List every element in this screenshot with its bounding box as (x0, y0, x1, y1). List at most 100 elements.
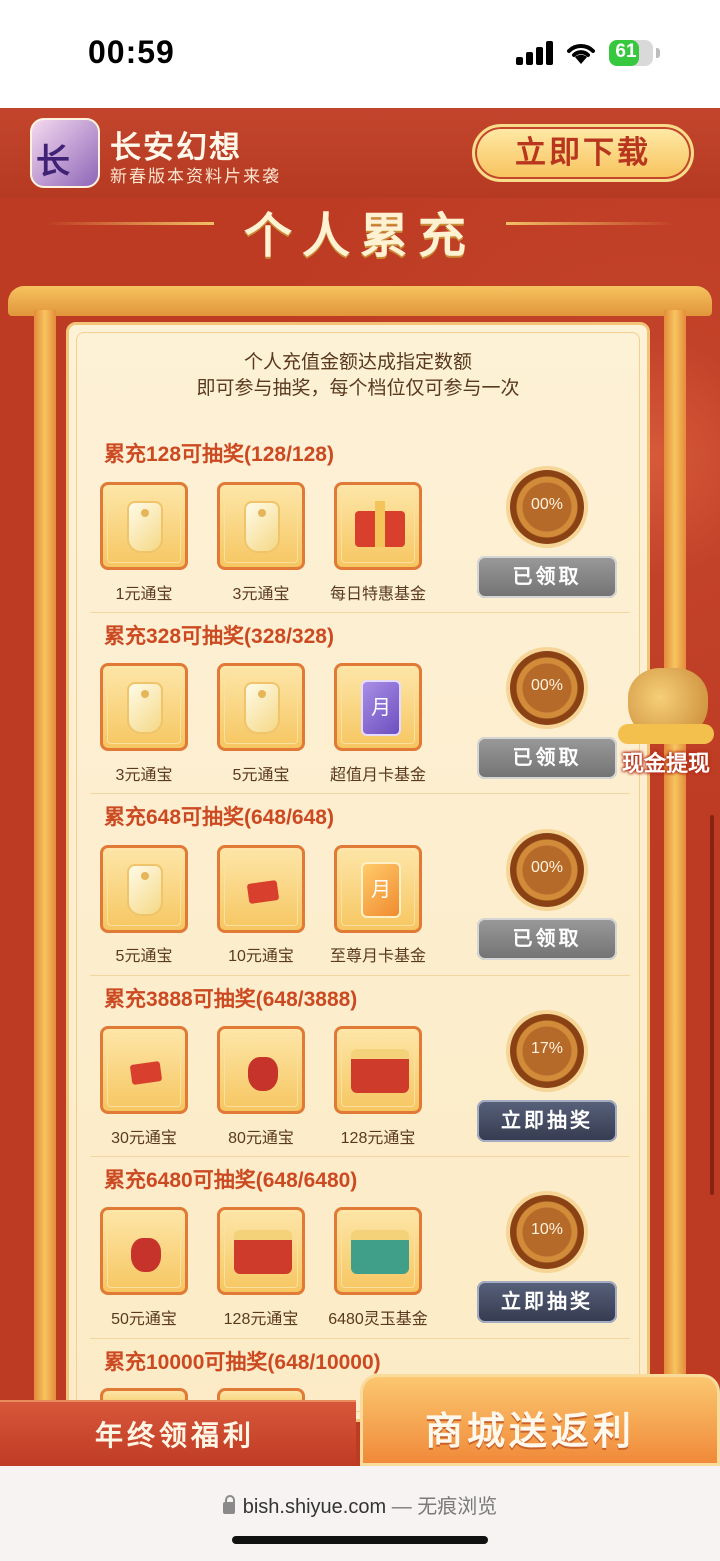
status-time: 00:59 (88, 34, 175, 70)
reward-item[interactable] (334, 1207, 422, 1295)
reward-label: 3元通宝 (232, 586, 290, 603)
tier-title: 累充328可抽奖(328/328) (104, 625, 334, 648)
reward-label: 30元通宝 (111, 1130, 177, 1147)
small-gift-icon (129, 1061, 163, 1085)
reward-label: 5元通宝 (232, 767, 290, 784)
intro-line-1: 个人充值金额达成指定数额 (243, 352, 472, 373)
battery-tip (656, 48, 660, 58)
reward-label: 1元通宝 (115, 586, 173, 603)
tab-mall-rebate-label: 商城送返利 (424, 1411, 635, 1453)
reward-item[interactable]: 月 (334, 663, 422, 751)
reward-label: 超值月卡基金 (329, 767, 426, 784)
wifi-icon (565, 38, 597, 66)
download-button[interactable]: 立即下载 (472, 124, 694, 182)
reward-item[interactable] (334, 482, 422, 570)
reward-label: 50元通宝 (111, 1311, 177, 1328)
coins-icon (618, 724, 714, 744)
reward-label: 每日特惠基金 (329, 586, 426, 603)
tier-divider (90, 612, 630, 613)
reward-label: 128元通宝 (223, 1311, 299, 1328)
token-icon (127, 682, 163, 734)
month-card-icon: 月 (361, 680, 401, 736)
reward-label: 10元通宝 (228, 948, 294, 965)
pouch-icon (248, 1057, 278, 1091)
tier-divider (90, 1156, 630, 1157)
tier-divider (90, 1338, 630, 1339)
tier-title: 累充128可抽奖(128/128) (104, 443, 334, 466)
address-display[interactable]: bish.shiyue.com — 无痕浏览 (0, 1490, 720, 1519)
progress-percent: 00% (530, 496, 564, 513)
treasure-chest-icon (234, 1230, 292, 1274)
reward-label: 3元通宝 (115, 767, 173, 784)
draw-button[interactable]: 立即抽奖 (477, 1281, 617, 1323)
right-pillar (664, 310, 686, 1410)
battery-level: 61 (615, 41, 637, 62)
reward-label: 128元通宝 (340, 1130, 416, 1147)
left-pillar (34, 310, 56, 1410)
url-text: bish.shiyue.com (242, 1496, 387, 1518)
tier-divider (90, 975, 630, 976)
section-title: 个人累充 (243, 208, 476, 264)
token-icon (244, 682, 280, 734)
reward-item[interactable] (100, 663, 188, 751)
reward-item[interactable] (217, 482, 305, 570)
reward-item[interactable] (334, 1026, 422, 1114)
signal-icon (516, 41, 554, 65)
tab-year-end-benefits-label: 年终领福利 (94, 1420, 255, 1451)
progress-ring: 00% (510, 651, 584, 725)
small-gift-icon (246, 880, 280, 904)
reward-label: 6480灵玉基金 (328, 1311, 428, 1328)
scroll-indicator[interactable] (710, 815, 714, 1195)
intro-text: 个人充值金额达成指定数额 即可参与抽奖，每个档位仅可参与一次 (66, 350, 650, 402)
reward-item[interactable] (217, 1207, 305, 1295)
month-card-icon: 月 (361, 862, 401, 918)
reward-item[interactable] (100, 1207, 188, 1295)
token-icon (127, 864, 163, 916)
cash-withdraw-label: 现金提现 (621, 751, 710, 776)
progress-ring: 00% (510, 470, 584, 544)
progress-percent: 10% (530, 1221, 564, 1238)
app-logo[interactable]: 长安 (30, 118, 100, 188)
reward-label: 80元通宝 (228, 1130, 294, 1147)
app-name: 长安幻想 (110, 130, 242, 165)
progress-ring: 10% (510, 1195, 584, 1269)
treasure-chest-icon (351, 1049, 409, 1093)
roof-eave (8, 286, 712, 316)
intro-line-2: 即可参与抽奖，每个档位仅可参与一次 (196, 378, 520, 399)
tier-title: 累充3888可抽奖(648/3888) (104, 988, 358, 1011)
pouch-icon (131, 1238, 161, 1272)
lock-icon (222, 1495, 235, 1514)
claimed-button[interactable]: 已领取 (477, 918, 617, 960)
reward-item[interactable] (217, 663, 305, 751)
claimed-button[interactable]: 已领取 (477, 737, 617, 779)
progress-ring: 00% (510, 833, 584, 907)
tier-title: 累充10000可抽奖(648/10000) (104, 1351, 381, 1374)
gift-box-icon (355, 501, 405, 547)
app-logo-text: 长安 (36, 142, 70, 182)
tier-divider (90, 793, 630, 794)
reward-label: 至尊月卡基金 (329, 948, 426, 965)
reward-item[interactable] (100, 1026, 188, 1114)
jade-chest-icon (351, 1230, 409, 1274)
progress-percent: 00% (530, 677, 564, 694)
cash-withdraw-widget[interactable]: 现金提现 (612, 660, 720, 780)
claimed-button[interactable]: 已领取 (477, 556, 617, 598)
app-subtitle: 新春版本资料片来袭 (110, 167, 281, 186)
progress-ring: 17% (510, 1014, 584, 1088)
progress-percent: 17% (530, 1040, 564, 1057)
draw-button[interactable]: 立即抽奖 (477, 1100, 617, 1142)
tier-title: 累充648可抽奖(648/648) (104, 806, 334, 829)
reward-item[interactable] (100, 845, 188, 933)
reward-item[interactable]: 月 (334, 845, 422, 933)
reward-item[interactable] (217, 1026, 305, 1114)
token-icon (127, 501, 163, 553)
reward-label: 5元通宝 (115, 948, 173, 965)
battery-icon: 61 (609, 40, 653, 66)
private-mode-label: — 无痕浏览 (391, 1496, 498, 1518)
token-icon (244, 501, 280, 553)
progress-percent: 00% (530, 859, 564, 876)
tier-title: 累充6480可抽奖(648/6480) (104, 1169, 358, 1192)
reward-item[interactable] (100, 482, 188, 570)
reward-item[interactable] (217, 845, 305, 933)
home-indicator[interactable] (232, 1536, 488, 1544)
